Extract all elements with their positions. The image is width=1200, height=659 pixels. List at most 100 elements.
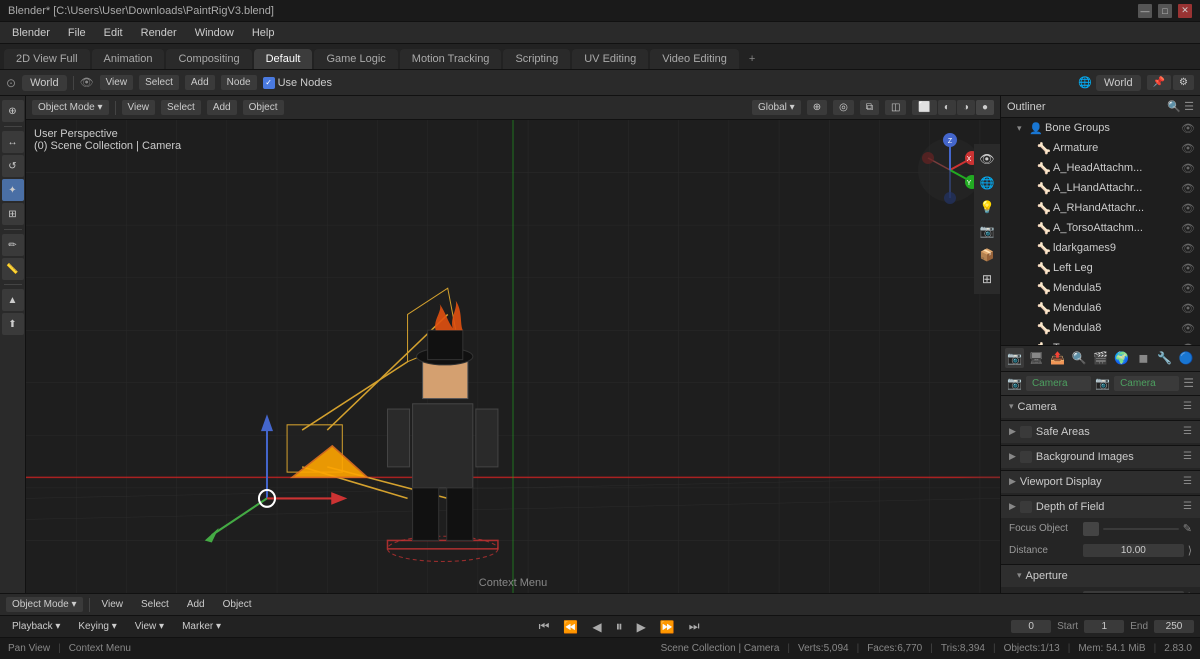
vp-snap-btn[interactable]: ⊕ <box>807 100 827 115</box>
tab-compositing[interactable]: Compositing <box>166 49 251 69</box>
focus-obj-picker[interactable]: ✎ <box>1183 522 1192 535</box>
outliner-item-torsoattach[interactable]: 🦴 A_TorsoAttachm... 👁 <box>1001 218 1200 238</box>
shade-solid[interactable]: ◐ <box>938 100 956 115</box>
tl-prev-keyframe[interactable]: ⏪ <box>559 620 582 634</box>
menu-file[interactable]: File <box>60 25 94 41</box>
bt-object[interactable]: Object <box>217 597 258 612</box>
tool-rotate[interactable]: ↺ <box>2 155 24 177</box>
tool-annotate[interactable]: ✏ <box>2 234 24 256</box>
fstop-expand[interactable]: ⟩ <box>1188 591 1192 593</box>
minimize-button[interactable]: — <box>1138 4 1152 18</box>
vp-object-menu[interactable]: Object <box>243 100 284 115</box>
header-pin-btn[interactable]: 📌 <box>1147 75 1171 90</box>
tool-transform[interactable]: ⊞ <box>2 203 24 225</box>
headattach-vis[interactable]: 👁 <box>1180 162 1196 175</box>
viewport-canvas[interactable]: X Y Z 👁 🌐 💡 📷 <box>26 120 1000 593</box>
tab-animation[interactable]: Animation <box>92 49 165 69</box>
header-node[interactable]: Node <box>221 75 257 90</box>
safe-areas-title[interactable]: ▶ Safe Areas ☰ <box>1001 421 1200 443</box>
outliner-item-leftleg[interactable]: 🦴 Left Leg 👁 <box>1001 258 1200 278</box>
mendula5-vis[interactable]: 👁 <box>1180 282 1196 295</box>
rhandattach-vis[interactable]: 👁 <box>1180 202 1196 215</box>
tab-2dviewfull[interactable]: 2D View Full <box>4 49 90 69</box>
props-more-options[interactable]: ☰ <box>1183 376 1194 390</box>
vp-tool-camera[interactable]: 📷 <box>976 220 998 242</box>
bg-images-menu[interactable]: ☰ <box>1183 451 1192 462</box>
props-tab-output[interactable]: 📤 <box>1048 348 1067 368</box>
tool-scale[interactable]: ✦ <box>2 179 24 201</box>
tl-jump-start[interactable]: ⏮ <box>535 619 554 634</box>
tool-cursor[interactable]: ⊕ <box>2 100 24 122</box>
camera-section-title[interactable]: ▾ Camera ☰ <box>1001 396 1200 418</box>
tool-move[interactable]: ↔ <box>2 131 24 153</box>
mendula6-vis[interactable]: 👁 <box>1180 302 1196 315</box>
mendula8-vis[interactable]: 👁 <box>1180 322 1196 335</box>
outliner-item-ldarkgames9[interactable]: 🦴 ldarkgames9 👁 <box>1001 238 1200 258</box>
props-tab-obj[interactable]: ◼ <box>1134 348 1153 368</box>
vp-select-menu[interactable]: Select <box>161 100 201 115</box>
camera-section-menu[interactable]: ☰ <box>1183 401 1192 412</box>
props-tab-render[interactable]: 🖥 <box>1026 348 1045 368</box>
close-button[interactable]: ✕ <box>1178 4 1192 18</box>
outliner-search-icon[interactable]: 🔍 <box>1167 100 1181 113</box>
outliner-item-headattach[interactable]: 🦴 A_HeadAttachm... 👁 <box>1001 158 1200 178</box>
shade-look-dev[interactable]: ◑ <box>957 100 975 115</box>
safe-areas-checkbox[interactable] <box>1020 426 1032 438</box>
outliner-item-mendula8[interactable]: 🦴 Mendula8 👁 <box>1001 318 1200 338</box>
bt-add[interactable]: Add <box>181 597 211 612</box>
distance-expand[interactable]: ⟩ <box>1188 544 1192 557</box>
use-nodes-checkbox[interactable]: ✓ <box>263 77 275 89</box>
tl-keying[interactable]: Keying ▾ <box>72 619 122 634</box>
tab-add[interactable]: + <box>741 49 763 69</box>
shade-wireframe[interactable]: ⬜ <box>912 100 936 115</box>
outliner-item-bonegroups[interactable]: ▾ 👤 Bone Groups 👁 <box>1001 118 1200 138</box>
props-tab-material[interactable]: 🔵 <box>1177 348 1196 368</box>
outliner-item-mendula5[interactable]: 🦴 Mendula5 👁 <box>1001 278 1200 298</box>
tab-videoediting[interactable]: Video Editing <box>650 49 739 69</box>
lhandattach-vis[interactable]: 👁 <box>1180 182 1196 195</box>
tl-playback[interactable]: Playback ▾ <box>6 619 66 634</box>
dof-menu[interactable]: ☰ <box>1183 501 1192 512</box>
tab-default[interactable]: Default <box>254 49 313 69</box>
bg-images-checkbox[interactable] <box>1020 451 1032 463</box>
vp-add-menu[interactable]: Add <box>207 100 237 115</box>
ldarkgames-vis[interactable]: 👁 <box>1180 242 1196 255</box>
menu-blender[interactable]: Blender <box>4 25 58 41</box>
tl-marker[interactable]: Marker ▾ <box>176 619 227 634</box>
camera-name-dropdown[interactable]: Camera <box>1026 376 1091 391</box>
props-tab-world[interactable]: 🌍 <box>1112 348 1131 368</box>
world-name[interactable]: World <box>1096 75 1141 91</box>
tl-current-frame[interactable]: 0 <box>1011 620 1051 633</box>
fstop-input[interactable]: 2.8 <box>1083 591 1184 593</box>
bt-view[interactable]: View <box>96 597 130 612</box>
props-tab-view[interactable]: 🔍 <box>1069 348 1088 368</box>
header-add[interactable]: Add <box>185 75 215 90</box>
camera-data-dropdown[interactable]: Camera <box>1114 376 1179 391</box>
dof-title[interactable]: ▶ Depth of Field ☰ <box>1001 496 1200 518</box>
tl-stop[interactable]: ⏸ <box>612 618 627 635</box>
outliner-filter-icon[interactable]: ☰ <box>1184 100 1194 113</box>
vp-tool-box[interactable]: 📦 <box>976 244 998 266</box>
bt-select[interactable]: Select <box>135 597 175 612</box>
tab-uvediting[interactable]: UV Editing <box>572 49 648 69</box>
armature-vis[interactable]: 👁 <box>1180 142 1196 155</box>
tl-jump-end[interactable]: ⏭ <box>685 619 704 634</box>
vp-mode-selector[interactable]: Object Mode ▾ <box>32 100 109 115</box>
leftleg-vis[interactable]: 👁 <box>1180 262 1196 275</box>
vp-overlay-btn[interactable]: ⧉ <box>860 100 879 115</box>
maximize-button[interactable]: □ <box>1158 4 1172 18</box>
header-view[interactable]: View <box>100 75 134 90</box>
tab-scripting[interactable]: Scripting <box>503 49 570 69</box>
bg-images-title[interactable]: ▶ Background Images ☰ <box>1001 446 1200 468</box>
props-tab-camera[interactable]: 📷 <box>1005 348 1024 368</box>
tab-motion[interactable]: Motion Tracking <box>400 49 502 69</box>
aperture-title[interactable]: ▾ Aperture <box>1001 565 1200 587</box>
focus-obj-color[interactable] <box>1083 522 1099 536</box>
outliner-item-armature[interactable]: 🦴 Armature 👁 <box>1001 138 1200 158</box>
viewport-display-title[interactable]: ▶ Viewport Display ☰ <box>1001 471 1200 493</box>
outliner-item-lhandattach[interactable]: 🦴 A_LHandAttachr... 👁 <box>1001 178 1200 198</box>
menu-render[interactable]: Render <box>133 25 185 41</box>
viewport[interactable]: Object Mode ▾ View Select Add Object Glo… <box>26 96 1000 593</box>
tl-play[interactable]: ▶ <box>633 620 650 634</box>
vp-tool-light[interactable]: 💡 <box>976 196 998 218</box>
